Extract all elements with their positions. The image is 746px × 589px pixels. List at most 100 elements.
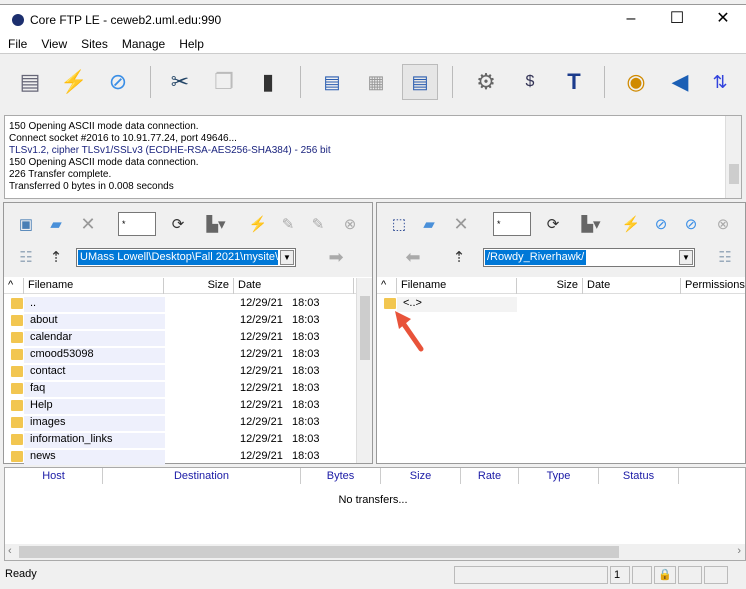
quick-connect-icon[interactable]: ⚡ [56,64,92,100]
file-name: .. [24,297,165,312]
folder-icon [11,332,23,343]
transfer-mode-icon[interactable]: ⇅ [702,64,738,100]
host-column[interactable]: Host [5,468,103,484]
list-item[interactable]: news 12/29/21 18:03 [4,448,372,465]
site-manager-icon[interactable]: ▤ [12,64,48,100]
view-text-icon[interactable]: ▤ [314,64,350,100]
date-column[interactable]: Date [234,278,354,294]
remote-path-text: /Rowdy_Riverhawk/ [485,250,587,265]
destination-column[interactable]: Destination [103,468,301,484]
disconnect-icon[interactable]: ✎ [308,214,328,234]
menu-view[interactable]: View [33,34,73,51]
type-column[interactable]: Type [519,468,599,484]
remote-path-combo[interactable]: /Rowdy_Riverhawk/ ▼ [483,248,695,267]
chevron-down-icon[interactable]: ▼ [280,250,294,265]
disconnect-icon[interactable]: ⊘ [681,214,701,234]
file-name: cmood53098 [24,348,165,363]
remote-filter-input[interactable] [493,212,531,236]
connect-icon[interactable]: ⊘ [651,214,671,234]
scroll-left-icon[interactable]: ‹ [8,545,12,557]
list-item[interactable]: calendar 12/29/21 18:03 [4,329,372,346]
terminal-icon[interactable]: T [556,64,592,100]
select-icon[interactable]: ⬚ [389,214,409,234]
view-log-icon[interactable]: ▦ [358,64,394,100]
menu-help[interactable]: Help [171,34,210,51]
download-arrow-icon[interactable]: ⬅ [403,247,423,267]
delete-icon[interactable]: ✕ [451,214,471,234]
status-column[interactable]: Status [599,468,679,484]
list-item[interactable]: cmood53098 12/29/21 18:03 [4,346,372,363]
permissions-column[interactable]: Permissions [681,278,746,294]
list-item[interactable]: Help 12/29/21 18:03 [4,397,372,414]
tree-view-icon[interactable]: ☷ [16,247,36,267]
sort-column[interactable]: ^ [4,278,24,294]
list-item[interactable]: contact 12/29/21 18:03 [4,363,372,380]
eye-icon[interactable]: ◉ [618,64,654,100]
tree-view-icon[interactable]: ☷ [715,247,735,267]
status-progress [454,566,608,584]
new-folder-icon[interactable]: ▰ [419,214,439,234]
filename-column[interactable]: Filename [397,278,517,294]
rate-column[interactable]: Rate [461,468,519,484]
filename-column[interactable]: Filename [24,278,164,294]
refresh-icon[interactable]: ⟳ [543,214,563,234]
menu-manage[interactable]: Manage [114,34,171,51]
list-item[interactable]: .. 12/29/21 18:03 [4,295,372,312]
log-scrollbar[interactable] [725,116,741,198]
size-column[interactable]: Size [381,468,461,484]
main-toolbar: ▤ ⚡ ⊘ ✂ ❐ ▮ ▤ ▦ ▤ ⚙ $ T ◉ ◀ ⇅ [0,56,746,110]
local-path-combo[interactable]: UMass Lowell\Desktop\Fall 2021\mysite\ ▼ [76,248,296,267]
log-line: 226 Transfer complete. [9,169,112,180]
maximize-button[interactable]: ☐ [654,5,700,35]
transfer-menu-icon[interactable]: ▙▾ [581,214,601,234]
file-name: information_links [24,433,165,448]
quick-connect-icon[interactable]: ⚡ [621,214,641,234]
transfer-hscrollbar[interactable]: ‹ › [5,544,745,560]
file-time: 18:03 [292,297,320,309]
connect-icon[interactable]: ⊘ [100,64,136,100]
size-column[interactable]: Size [164,278,234,294]
parent-dir-icon[interactable]: ⇡ [449,247,469,267]
transfer-menu-icon[interactable]: ▙▾ [206,214,226,234]
bytes-column[interactable]: Bytes [301,468,381,484]
list-item[interactable]: <..> [377,295,745,312]
close-button[interactable]: ✕ [700,5,746,35]
size-column[interactable]: Size [517,278,583,294]
date-column[interactable]: Date [583,278,681,294]
file-time: 18:03 [292,399,320,411]
view-both-icon[interactable]: ▤ [402,64,438,100]
log-line: TLSv1.2, cipher TLSv1/SSLv3 (ECDHE-RSA-A… [9,145,331,156]
quick-connect-icon[interactable]: ⚡ [248,214,268,234]
local-filter-input[interactable] [118,212,156,236]
copy-icon[interactable]: ❐ [206,64,242,100]
list-item[interactable]: about 12/29/21 18:03 [4,312,372,329]
red-arrow-annotation-icon [395,311,424,352]
upload-arrow-icon[interactable]: ➡ [326,247,346,267]
new-folder-icon[interactable]: ▰ [46,214,66,234]
refresh-icon[interactable]: ⟳ [168,214,188,234]
menu-sites[interactable]: Sites [73,34,114,51]
scroll-right-icon[interactable]: › [737,545,741,557]
list-item[interactable]: information_links 12/29/21 18:03 [4,431,372,448]
settings-gear-icon[interactable]: ⚙ [468,64,504,100]
abort-icon[interactable]: ⊗ [713,214,733,234]
file-name: images [24,416,165,431]
cut-icon[interactable]: ✂ [162,64,198,100]
parent-dir-icon[interactable]: ⇡ [46,247,66,267]
local-scrollbar[interactable] [356,278,372,463]
sort-column[interactable]: ^ [377,278,397,294]
delete-icon[interactable]: ✕ [78,214,98,234]
sound-icon[interactable]: ◀ [662,64,698,100]
connect-icon[interactable]: ✎ [278,214,298,234]
minimize-button[interactable]: – [608,5,654,35]
abort-icon[interactable]: ⊗ [340,214,360,234]
chevron-down-icon[interactable]: ▼ [679,250,693,265]
status-count: 1 [610,566,630,584]
file-date: 12/29/21 [240,450,283,462]
local-drive-icon[interactable]: ▣ [16,214,36,234]
menu-file[interactable]: File [0,34,33,51]
list-item[interactable]: images 12/29/21 18:03 [4,414,372,431]
script-icon[interactable]: $ [512,64,548,100]
paste-icon[interactable]: ▮ [250,64,286,100]
list-item[interactable]: faq 12/29/21 18:03 [4,380,372,397]
